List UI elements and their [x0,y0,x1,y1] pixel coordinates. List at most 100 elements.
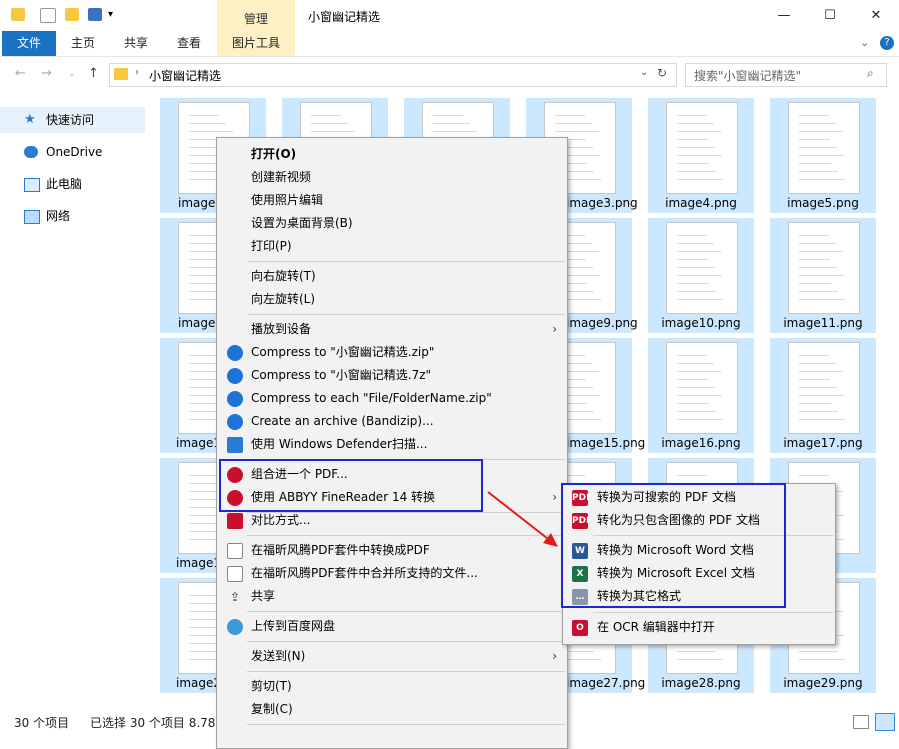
thumbnail-text-line [799,283,831,284]
thumbnail-text-line [677,411,716,412]
thumbnail-text-line [677,235,707,236]
bandizip-icon [227,368,243,384]
address-bar[interactable]: › 小窗幽记精选 ⌄ ↻ [109,63,677,87]
menu-item-print[interactable]: 打印(P) [217,235,567,258]
cloud-icon [24,146,38,158]
menu-item-set-wallpaper[interactable]: 设置为桌面背景(B) [217,212,567,235]
manage-tab[interactable]: 管理 [217,0,295,32]
undo-icon[interactable] [88,8,102,21]
tab-file[interactable]: 文件 [2,31,56,56]
file-tile[interactable]: image11.png [770,218,876,333]
thumbnail-text-line [189,595,219,596]
thumbnail-text-line [677,147,715,148]
breadcrumb[interactable]: 小窗幽记精选 [149,67,221,84]
menu-item-foxit-merge[interactable]: 在福昕风腾PDF套件中合并所支持的文件... [217,562,567,585]
new-folder-icon[interactable] [65,8,79,21]
thumbnail-text-line [799,155,844,156]
file-tile[interactable]: image10.png [648,218,754,333]
back-icon[interactable]: ← [15,66,26,81]
thumbnail-text-line [311,115,341,116]
refresh-icon[interactable]: ↻ [657,66,667,80]
pointer-arrow [487,491,558,547]
address-dropdown-icon[interactable]: ⌄ [640,67,648,78]
forward-icon[interactable]: → [41,66,52,81]
thumbnail-text-line [799,251,843,252]
thumbnail-text-line [189,115,219,116]
file-tile[interactable]: image5.png [770,98,876,213]
menu-item-cut[interactable]: 剪切(T) [217,675,567,698]
tab-share[interactable]: 共享 [113,31,159,56]
thumbnail-text-line [555,123,592,124]
thumbnail-text-line [677,171,716,172]
menu-item-create-video[interactable]: 创建新视频 [217,166,567,189]
menu-separator [247,314,565,315]
thumbnail-text-line [677,299,723,300]
nav-item-quick-access[interactable]: ★ 快速访问 [0,107,145,133]
file-tile[interactable]: image4.png [648,98,754,213]
menu-separator [247,641,565,642]
menu-item-rotate-left[interactable]: 向左旋转(L) [217,288,567,311]
file-name: image29.png [783,676,863,690]
thumbnail-text-line [799,651,838,652]
file-name: image27.png [566,676,646,690]
menu-item-copy[interactable]: 复制(C) [217,698,567,721]
folder-icon[interactable] [11,8,25,21]
nav-item-this-pc[interactable]: 此电脑 [0,171,145,197]
menu-separator [247,724,565,725]
thumbnail-text-line [311,123,348,124]
menu-item-open[interactable]: 打开(O) [217,143,567,166]
recent-dropdown-icon[interactable]: ⌄ [68,69,76,79]
quick-access-dropdown-icon[interactable]: ▾ [108,9,113,20]
bandizip-icon [227,345,243,361]
tab-picture-tools[interactable]: 图片工具 [217,31,295,56]
close-button[interactable]: ✕ [853,0,899,31]
file-name: image9.png [566,316,638,330]
thumbnail-text-line [189,355,219,356]
highlight-box [219,459,483,512]
menu-item-edit-photo[interactable]: 使用照片编辑 [217,189,567,212]
tab-home[interactable]: 主页 [60,31,106,56]
thumbnail-text-line [433,131,477,132]
menu-item-share[interactable]: ⇪ 共享 [217,585,567,608]
submenu-arrow-icon: › [552,322,557,336]
thumbnail-text-line [677,163,709,164]
nav-item-onedrive[interactable]: OneDrive [0,139,145,165]
file-name: image28.png [661,676,741,690]
submenu-item-ocr-editor[interactable]: O在 OCR 编辑器中打开 [563,616,835,639]
minimize-button[interactable]: — [761,0,807,31]
menu-item-cast-to-device[interactable]: 播放到设备 › [217,318,567,341]
menu-item-send-to[interactable]: 发送到(N) › [217,645,567,668]
manage-tab-label: 管理 [243,12,268,26]
up-icon[interactable]: ↑ [88,66,99,81]
thumbnail-text-line [799,147,837,148]
tab-view[interactable]: 查看 [166,31,212,56]
maximize-button[interactable]: ☐ [807,0,853,31]
thumbnail-text-line [799,475,829,476]
menu-item-compress-7z[interactable]: Compress to "小窗幽记精选.7z" [217,364,567,387]
nav-item-network[interactable]: 网络 [0,203,145,229]
menu-item-compress-zip[interactable]: Compress to "小窗幽记精选.zip" [217,341,567,364]
menu-item-baidu-upload[interactable]: 上传到百度网盘 [217,615,567,638]
thumbnail-text-line [677,275,722,276]
menu-item-compress-each[interactable]: Compress to each "File/FolderName.zip" [217,387,567,410]
details-view-icon[interactable] [853,715,869,729]
expand-ribbon-icon[interactable]: ⌄ [860,36,869,49]
menu-item-create-archive[interactable]: Create an archive (Bandizip)... [217,410,567,433]
search-input[interactable]: 搜索"小窗幽记精选" ⌕ [685,63,887,87]
share-icon: ⇪ [229,590,241,604]
menu-item-rotate-right[interactable]: 向右旋转(T) [217,265,567,288]
thumbnail-text-line [677,355,707,356]
thumbnail-text-line [799,267,837,268]
search-icon[interactable]: ⌕ [867,66,874,81]
shield-icon [227,437,243,453]
thumbnail-text-line [677,395,722,396]
thumbnail-text-line [677,267,715,268]
large-icons-view-icon[interactable] [875,713,895,731]
properties-icon[interactable] [40,8,56,23]
file-tile[interactable]: image16.png [648,338,754,453]
title-bar: ▾ 管理 小窗幽记精选 — ☐ ✕ [0,0,899,32]
thumbnail-text-line [555,115,585,116]
menu-item-defender-scan[interactable]: 使用 Windows Defender扫描... [217,433,567,456]
file-tile[interactable]: image17.png [770,338,876,453]
help-icon[interactable]: ? [880,36,894,50]
